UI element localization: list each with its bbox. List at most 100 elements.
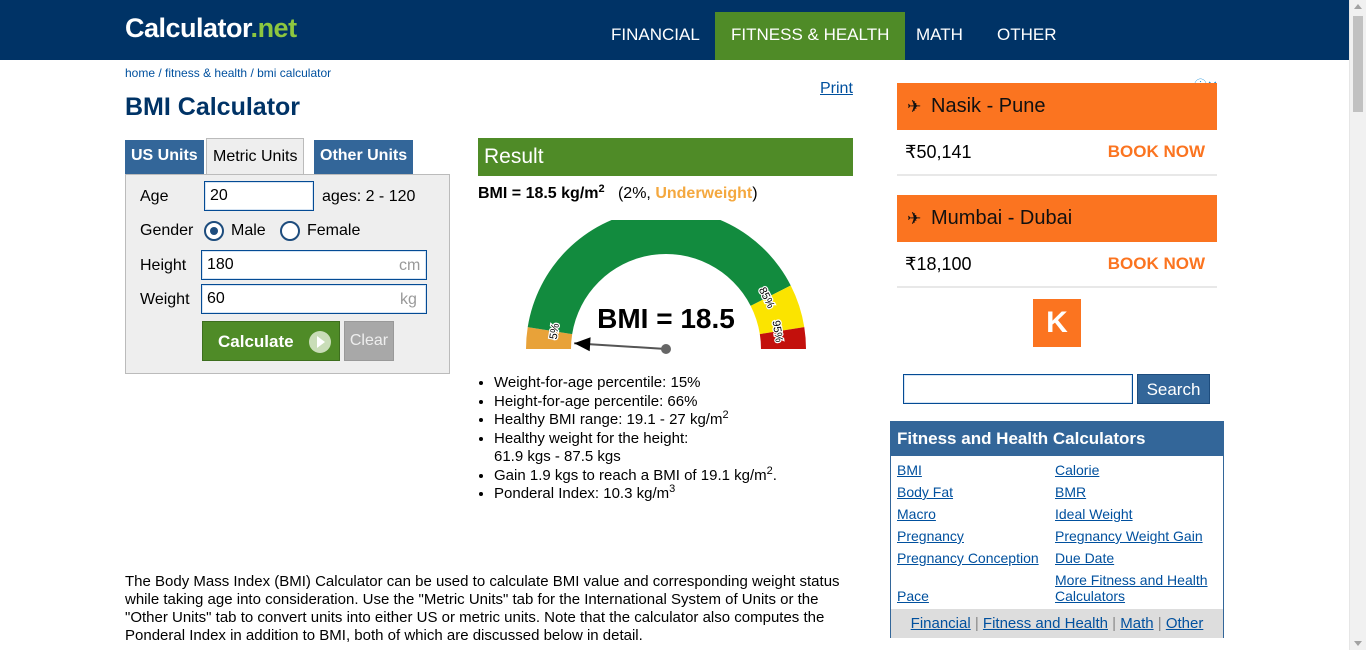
link-macro[interactable]: Macro bbox=[897, 506, 936, 522]
print-link[interactable]: Print bbox=[820, 80, 853, 98]
link-pregnancy[interactable]: Pregnancy bbox=[897, 528, 964, 544]
gauge-needle-arrow bbox=[574, 337, 591, 352]
unit-sup: 3 bbox=[669, 483, 676, 495]
unit-sup: 2 bbox=[722, 409, 729, 421]
gender-male-label[interactable]: Male bbox=[231, 222, 266, 240]
bmi-percentile: (2%, bbox=[617, 185, 656, 202]
nav-math[interactable]: MATH bbox=[900, 12, 979, 60]
healthy-weight-range: 61.9 kgs - 87.5 kgs bbox=[494, 448, 621, 465]
link-ideal-weight[interactable]: Ideal Weight bbox=[1055, 506, 1133, 522]
book-now-button[interactable]: BOOK NOW bbox=[1108, 142, 1205, 162]
link-more-fitness[interactable]: More Fitness and Health Calculators bbox=[1055, 572, 1225, 604]
breadcrumb: home / fitness & health / bmi calculator bbox=[125, 66, 331, 80]
link-pregnancy-weight-gain[interactable]: Pregnancy Weight Gain bbox=[1055, 528, 1203, 544]
breadcrumb-separator: / bbox=[247, 66, 258, 80]
result-details: Weight-for-age percentile: 15% Height-fo… bbox=[494, 374, 777, 504]
gender-label: Gender bbox=[140, 222, 194, 239]
tab-us-units[interactable]: US Units bbox=[125, 140, 204, 174]
link-pace[interactable]: Pace bbox=[897, 588, 929, 604]
bmi-gauge: 5%85%95% BMI = 18.5 bbox=[526, 220, 806, 354]
footer-separator: | bbox=[1153, 615, 1166, 632]
page-title: BMI Calculator bbox=[125, 93, 301, 121]
footer-link-other[interactable]: Other bbox=[1166, 615, 1204, 632]
breadcrumb-bmi[interactable]: bmi calculator bbox=[257, 66, 331, 80]
list-item: Gain 1.9 kgs to reach a BMI of 19.1 kg/m… bbox=[494, 465, 777, 486]
fitness-box-title: Fitness and Health Calculators bbox=[891, 422, 1223, 456]
flight-ad-1[interactable]: ✈ Nasik - Pune ₹50,141 BOOK NOW bbox=[897, 83, 1217, 176]
airplane-icon: ✈ bbox=[907, 209, 922, 228]
height-percentile: Height-for-age percentile: 66% bbox=[494, 392, 698, 410]
calculate-button[interactable]: Calculate bbox=[202, 321, 340, 361]
age-input[interactable]: 20 bbox=[204, 181, 314, 211]
link-bmi[interactable]: BMI bbox=[897, 462, 922, 478]
period: . bbox=[772, 466, 777, 484]
gauge-pivot bbox=[661, 344, 671, 354]
bmi-summary: BMI = 18.5 kg/m2 (2%, Underweight) bbox=[478, 183, 758, 203]
link-due-date[interactable]: Due Date bbox=[1055, 550, 1114, 566]
ad-body: ₹18,100 BOOK NOW bbox=[897, 242, 1217, 288]
gain-advice: Gain 1.9 kgs to reach a BMI of 19.1 kg/m bbox=[494, 466, 767, 484]
healthy-weight-label: Healthy weight for the height: bbox=[494, 429, 689, 447]
link-calorie[interactable]: Calorie bbox=[1055, 462, 1099, 478]
scrollbar-thumb[interactable] bbox=[1353, 16, 1363, 112]
flight-ad-2[interactable]: ✈ Mumbai - Dubai ₹18,100 BOOK NOW bbox=[897, 195, 1217, 288]
tab-metric-units[interactable]: Metric Units bbox=[206, 138, 305, 174]
logo-main: Calculator bbox=[125, 13, 251, 43]
gender-female-label[interactable]: Female bbox=[307, 222, 360, 240]
height-unit: cm bbox=[399, 257, 421, 274]
link-pregnancy-conception[interactable]: Pregnancy Conception bbox=[897, 550, 1039, 566]
result-header: Result bbox=[478, 138, 853, 176]
scroll-up-icon[interactable] bbox=[1354, 4, 1362, 9]
calculator-description: The Body Mass Index (BMI) Calculator can… bbox=[125, 573, 840, 644]
nav-financial[interactable]: FINANCIAL bbox=[595, 12, 716, 60]
ad-price: ₹50,141 bbox=[905, 142, 972, 162]
list-item: Healthy BMI range: 19.1 - 27 kg/m2 bbox=[494, 409, 777, 430]
search-input[interactable] bbox=[903, 374, 1133, 404]
height-input[interactable]: 180 bbox=[201, 250, 427, 280]
bmi-unit-sup: 2 bbox=[598, 183, 605, 195]
fitness-calculators-box: Fitness and Health Calculators BMI Body … bbox=[890, 421, 1224, 638]
footer-link-financial[interactable]: Financial bbox=[911, 615, 971, 632]
site-header: Calculator.net FINANCIAL FITNESS & HEALT… bbox=[0, 0, 1349, 60]
clear-button[interactable]: Clear bbox=[344, 321, 394, 361]
nav-other[interactable]: OTHER bbox=[981, 12, 1073, 60]
logo-dot: . bbox=[250, 13, 259, 43]
ad-route-header: ✈ Nasik - Pune bbox=[897, 83, 1217, 130]
gender-male-radio[interactable] bbox=[204, 221, 224, 241]
gender-female-radio[interactable] bbox=[280, 221, 300, 241]
footer-link-fitness[interactable]: Fitness and Health bbox=[983, 615, 1108, 632]
breadcrumb-fitness[interactable]: fitness & health bbox=[165, 66, 247, 80]
weight-percentile: Weight-for-age percentile: 15% bbox=[494, 374, 701, 391]
list-item: Healthy weight for the height:61.9 kgs -… bbox=[494, 430, 777, 467]
footer-separator: | bbox=[970, 615, 983, 632]
bmi-category: Underweight bbox=[655, 185, 753, 202]
list-item: Height-for-age percentile: 66% bbox=[494, 393, 777, 412]
age-label: Age bbox=[140, 188, 169, 205]
logo-ext: net bbox=[257, 13, 298, 43]
breadcrumb-separator: / bbox=[155, 66, 166, 80]
link-bmr[interactable]: BMR bbox=[1055, 484, 1086, 500]
tab-other-units[interactable]: Other Units bbox=[314, 140, 414, 174]
calculate-label: Calculate bbox=[218, 332, 294, 351]
ad-route: Nasik - Pune bbox=[931, 95, 1046, 117]
breadcrumb-home[interactable]: home bbox=[125, 66, 155, 80]
bmi-close: ) bbox=[752, 185, 758, 202]
nav-fitness-health[interactable]: FITNESS & HEALTH bbox=[715, 12, 906, 60]
footer-link-math[interactable]: Math bbox=[1120, 615, 1153, 632]
ad-route: Mumbai - Dubai bbox=[931, 207, 1073, 229]
book-now-button[interactable]: BOOK NOW bbox=[1108, 254, 1205, 274]
weight-input[interactable]: 60 bbox=[201, 284, 427, 314]
height-label: Height bbox=[140, 257, 187, 274]
ad-price: ₹18,100 bbox=[905, 254, 972, 274]
site-logo[interactable]: Calculator.net bbox=[125, 13, 297, 44]
advertiser-logo[interactable]: K bbox=[1033, 299, 1081, 347]
link-body-fat[interactable]: Body Fat bbox=[897, 484, 953, 500]
search-button[interactable]: Search bbox=[1137, 374, 1210, 404]
airplane-icon: ✈ bbox=[907, 97, 922, 116]
vertical-scrollbar[interactable] bbox=[1349, 0, 1366, 650]
play-icon bbox=[309, 331, 331, 353]
ad-body: ₹50,141 BOOK NOW bbox=[897, 130, 1217, 176]
gauge-tick-label: 5% bbox=[548, 322, 562, 340]
weight-unit: kg bbox=[400, 291, 417, 308]
scroll-down-icon[interactable] bbox=[1354, 641, 1362, 646]
